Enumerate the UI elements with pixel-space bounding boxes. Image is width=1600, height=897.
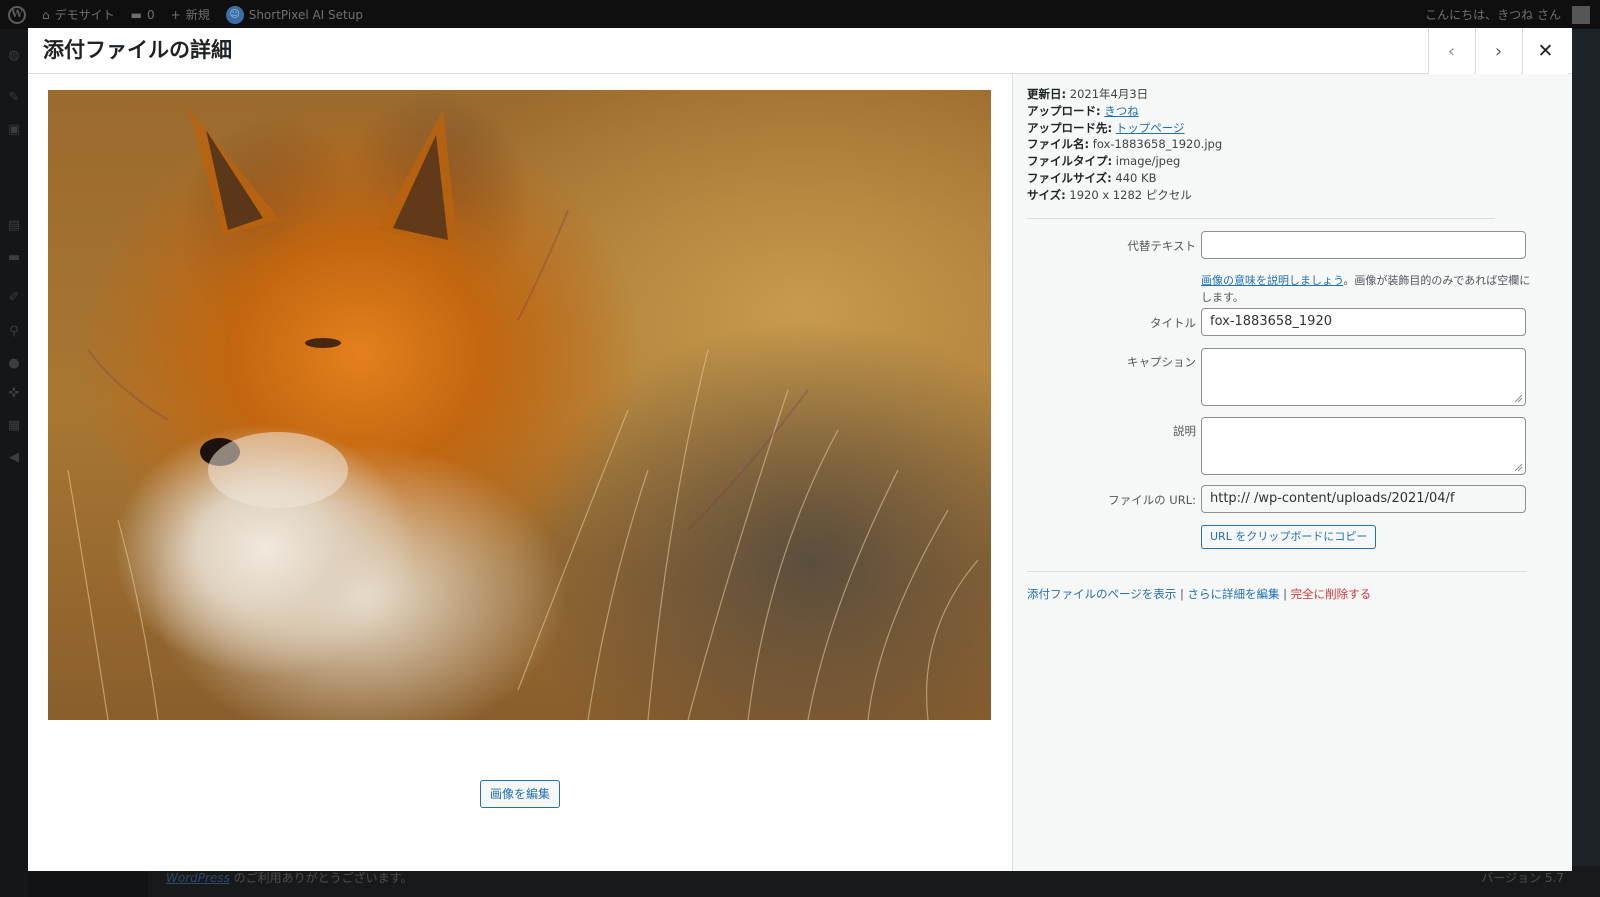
new-content-menu[interactable]: + 新規: [163, 0, 218, 29]
uploaded-date-value: 2021年4月3日: [1069, 87, 1149, 101]
comments-menu[interactable]: ▬ 0: [123, 0, 163, 29]
filesize-value: 440 KB: [1115, 170, 1157, 185]
filename-value: fox-1883658_1920.jpg: [1092, 137, 1223, 152]
footer-version: バージョン 5.7: [1481, 871, 1564, 885]
comment-bubble-icon: ▬: [130, 7, 142, 22]
footer-thanks-text: のご利用ありがとうございます。: [229, 871, 413, 885]
divider: [1027, 218, 1495, 219]
filesize-row: ファイルサイズ: 440 KB: [1027, 170, 1222, 187]
tools-icon[interactable]: ✜: [7, 387, 21, 401]
previous-attachment-button[interactable]: ‹: [1428, 28, 1474, 74]
avatar: [1572, 5, 1590, 24]
filetype-row: ファイルタイプ: image/jpeg: [1027, 153, 1222, 170]
description-textarea[interactable]: [1201, 417, 1526, 475]
resize-grip-icon[interactable]: [1513, 393, 1523, 403]
shortpixel-icon: ☺: [225, 5, 244, 24]
alt-text-label: 代替テキスト: [1127, 239, 1196, 253]
title-label: タイトル: [1150, 316, 1196, 330]
wp-logo-menu[interactable]: W: [0, 0, 34, 29]
modal-header: 添付ファイルの詳細 ‹ › ✕: [28, 28, 1572, 74]
alt-text-input[interactable]: [1201, 231, 1526, 259]
dimensions-row: サイズ: 1920 x 1282 ピクセル: [1027, 187, 1222, 204]
uploaded-by-label: アップロード:: [1027, 103, 1101, 118]
file-url-input[interactable]: http:// /wp-content/uploads/2021/04/f: [1201, 485, 1526, 513]
resize-grip-icon[interactable]: [1513, 462, 1523, 472]
uploaded-to-label: アップロード先:: [1027, 120, 1113, 135]
divider: [1027, 571, 1527, 572]
dashboard-icon[interactable]: ◍: [7, 49, 21, 63]
uploaded-to-row: アップロード先: トップページ: [1027, 120, 1222, 137]
chevron-right-icon: ›: [1494, 40, 1503, 62]
description-label: 説明: [1173, 424, 1196, 438]
pages-icon[interactable]: ▤: [7, 219, 21, 233]
pin-icon[interactable]: ✎: [7, 91, 21, 105]
filename-label: ファイル名:: [1027, 137, 1090, 152]
view-attachment-page-link[interactable]: 添付ファイルのページを表示: [1027, 587, 1176, 601]
plus-icon: +: [170, 7, 181, 22]
users-icon[interactable]: ●: [7, 357, 21, 371]
attachment-info-sidebar: 更新日: 2021年4月3日 アップロード: きつね アップロード先: トップペ…: [1012, 74, 1572, 871]
collapse-menu-icon[interactable]: ◀: [7, 451, 21, 465]
settings-icon[interactable]: ▦: [7, 419, 21, 433]
new-content-label: 新規: [185, 8, 210, 22]
fox-photo: [48, 90, 991, 720]
footer-thanks: WordPress のご利用ありがとうございます。: [166, 869, 412, 886]
caption-textarea[interactable]: [1201, 348, 1526, 406]
filetype-label: ファイルタイプ:: [1027, 154, 1113, 169]
close-modal-button[interactable]: ✕: [1522, 28, 1568, 74]
greeting: こんにちは、きつね さん: [1425, 8, 1561, 22]
title-input[interactable]: fox-1883658_1920: [1201, 308, 1526, 336]
alt-text-help-link[interactable]: 画像の意味を説明しましょう: [1201, 274, 1343, 287]
alt-text-help: 画像の意味を説明しましょう。画像が装飾目的のみであれば空欄にします。: [1201, 272, 1531, 306]
shortpixel-label: ShortPixel AI Setup: [248, 7, 363, 22]
attachment-actions: 添付ファイルのページを表示 | さらに詳細を編集 | 完全に削除する: [1027, 586, 1371, 602]
copy-url-button[interactable]: URL をクリップボードにコピー: [1201, 525, 1377, 549]
home-icon: ⌂: [42, 7, 50, 22]
admin-bar: W ⌂ デモサイト ▬ 0 + 新規 ☺ ShortPixel AI Setup…: [0, 0, 1600, 29]
uploaded-date-label: 更新日:: [1027, 87, 1067, 101]
action-separator: |: [1179, 587, 1184, 601]
file-url-label: ファイルの URL:: [1108, 493, 1196, 507]
file-details: 更新日: 2021年4月3日 アップロード: きつね アップロード先: トップペ…: [1027, 86, 1222, 204]
modal-title: 添付ファイルの詳細: [43, 38, 232, 62]
site-name-menu[interactable]: ⌂ デモサイト: [34, 0, 123, 29]
comments-icon[interactable]: ▬: [7, 251, 21, 265]
dimensions-label: サイズ:: [1027, 187, 1066, 202]
appearance-icon[interactable]: ✐: [7, 291, 21, 305]
filename-row: ファイル名: fox-1883658_1920.jpg: [1027, 136, 1222, 153]
attachment-details-modal: 添付ファイルの詳細 ‹ › ✕ 画像を編集 更新日: 2021年4月3日 アップ…: [28, 28, 1572, 871]
wordpress-logo-icon: W: [8, 5, 26, 24]
uploaded-date-row: 更新日: 2021年4月3日: [1027, 86, 1222, 103]
action-separator: |: [1283, 587, 1287, 601]
admin-side-menu: ◍ ✎ ▣ ▤ ▬ ✐ ⚲ ● ✜ ▦ ◀: [0, 29, 28, 897]
plugins-icon[interactable]: ⚲: [7, 325, 21, 339]
wordpress-link[interactable]: WordPress: [166, 871, 230, 885]
caption-label: キャプション: [1127, 355, 1196, 369]
image-preview-area: 画像を編集: [28, 74, 1012, 871]
edit-more-details-link[interactable]: さらに詳細を編集: [1187, 587, 1279, 601]
uploaded-by-link[interactable]: きつね: [1104, 104, 1139, 118]
chevron-left-icon: ‹: [1447, 40, 1456, 62]
dimensions-value: 1920 x 1282 ピクセル: [1069, 187, 1192, 202]
uploaded-to-link[interactable]: トップページ: [1116, 121, 1185, 135]
my-account-menu[interactable]: こんにちは、きつね さん: [1417, 0, 1600, 29]
uploaded-by-row: アップロード: きつね: [1027, 103, 1222, 120]
delete-permanently-link[interactable]: 完全に削除する: [1291, 587, 1372, 601]
shortpixel-menu[interactable]: ☺ ShortPixel AI Setup: [218, 0, 371, 29]
edit-image-button[interactable]: 画像を編集: [480, 780, 561, 808]
filesize-label: ファイルサイズ:: [1027, 170, 1112, 185]
site-name: デモサイト: [54, 8, 115, 22]
filetype-value: image/jpeg: [1115, 154, 1181, 169]
fox-illustration: [67, 108, 979, 720]
close-icon: ✕: [1537, 40, 1554, 62]
next-attachment-button[interactable]: ›: [1475, 28, 1521, 74]
comments-count: 0: [146, 7, 155, 22]
media-icon[interactable]: ▣: [7, 123, 21, 137]
